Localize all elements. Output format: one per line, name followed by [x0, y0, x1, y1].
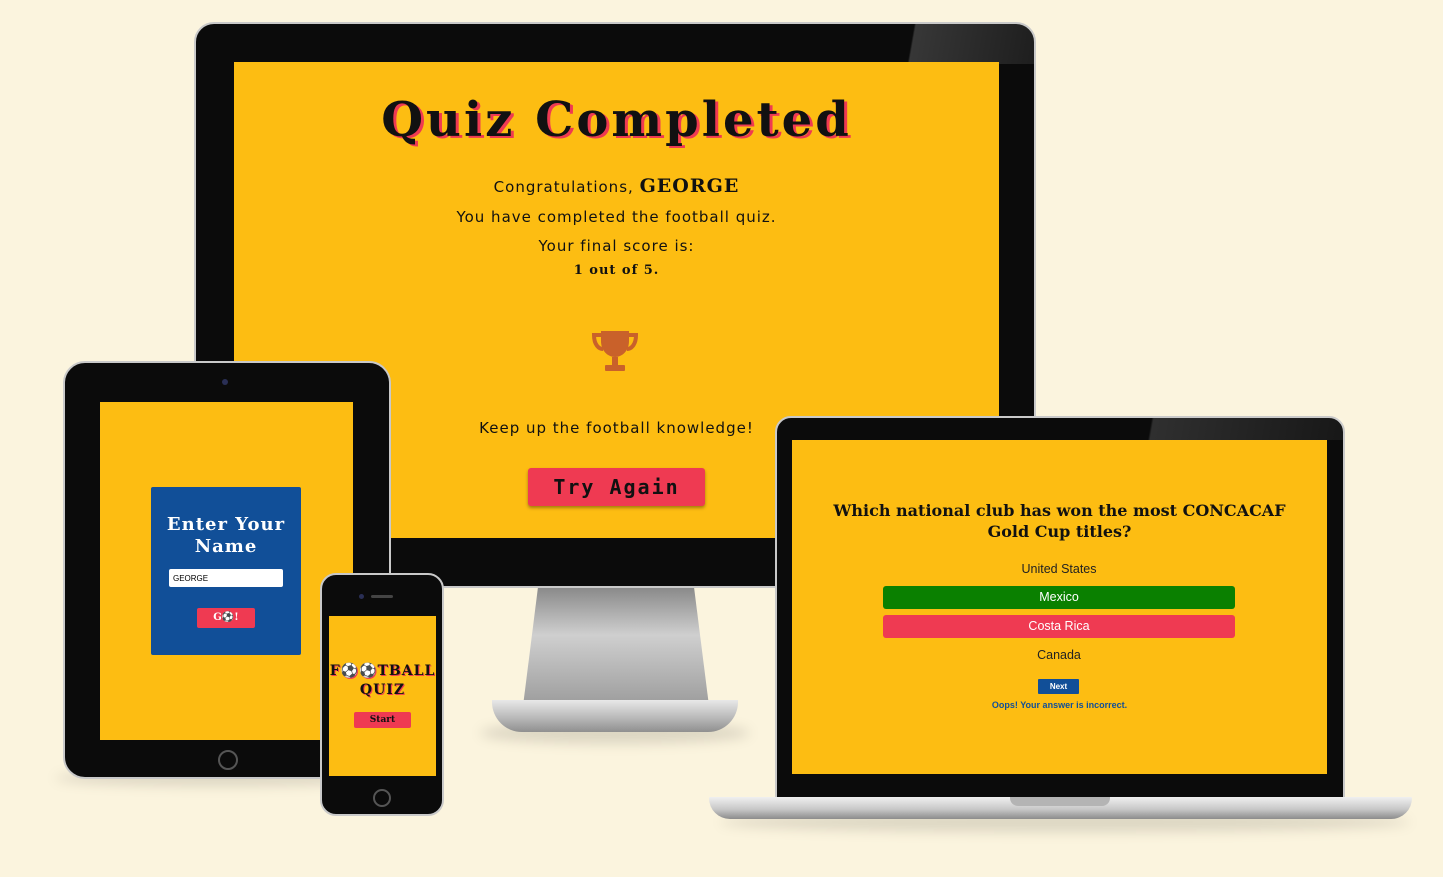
- score-label: Your final score is:: [538, 237, 695, 255]
- answer-option-united-states[interactable]: United States: [883, 558, 1235, 581]
- football-quiz-title: F⚽⚽TBALL QUIZ: [329, 662, 436, 700]
- start-button[interactable]: Start: [354, 712, 411, 728]
- enter-name-title: Enter Your Name: [166, 514, 286, 557]
- tablet-home-button: [218, 750, 238, 770]
- phone-home-button: [373, 789, 391, 807]
- monitor-glare: [860, 24, 1034, 64]
- answer-feedback: Oops! Your answer is incorrect.: [991, 700, 1128, 710]
- name-entry-card: Enter Your Name G⚽!: [151, 487, 301, 655]
- phone-camera: [359, 594, 364, 599]
- answer-option-canada[interactable]: Canada: [883, 644, 1235, 667]
- title-line-2: QUIZ: [359, 682, 406, 698]
- tablet-camera: [222, 379, 228, 385]
- congrats-prefix: Congratulations,: [493, 178, 634, 196]
- question-text: Which national club has won the most CON…: [833, 501, 1286, 541]
- laptop-screen: Which national club has won the most CON…: [792, 440, 1327, 774]
- answer-option-costa-rica[interactable]: Costa Rica: [883, 615, 1235, 638]
- congrats-line: Congratulations, GEORGE: [234, 175, 999, 197]
- tablet-screen: Enter Your Name G⚽!: [100, 402, 353, 740]
- score-value: 1 out of 5.: [573, 263, 660, 278]
- completed-text: You have completed the football quiz.: [456, 208, 777, 226]
- next-button[interactable]: Next: [1038, 679, 1079, 694]
- laptop-notch: [1010, 797, 1110, 806]
- answer-option-mexico[interactable]: Mexico: [883, 586, 1235, 609]
- phone-screen: F⚽⚽TBALL QUIZ Start: [329, 616, 436, 776]
- quiz-completed-title: Quiz Completed: [381, 92, 852, 148]
- monitor-stand-base: [492, 700, 738, 732]
- monitor-stand-neck: [523, 588, 709, 706]
- name-input[interactable]: [169, 569, 283, 587]
- go-button[interactable]: G⚽!: [197, 608, 255, 628]
- phone-speaker: [371, 595, 393, 598]
- laptop-glare: [1130, 418, 1343, 440]
- title-line-1: F⚽⚽TBALL: [329, 663, 436, 679]
- trophy-icon: [591, 331, 639, 371]
- try-again-button[interactable]: Try Again: [528, 468, 705, 506]
- player-name: GEORGE: [639, 175, 740, 197]
